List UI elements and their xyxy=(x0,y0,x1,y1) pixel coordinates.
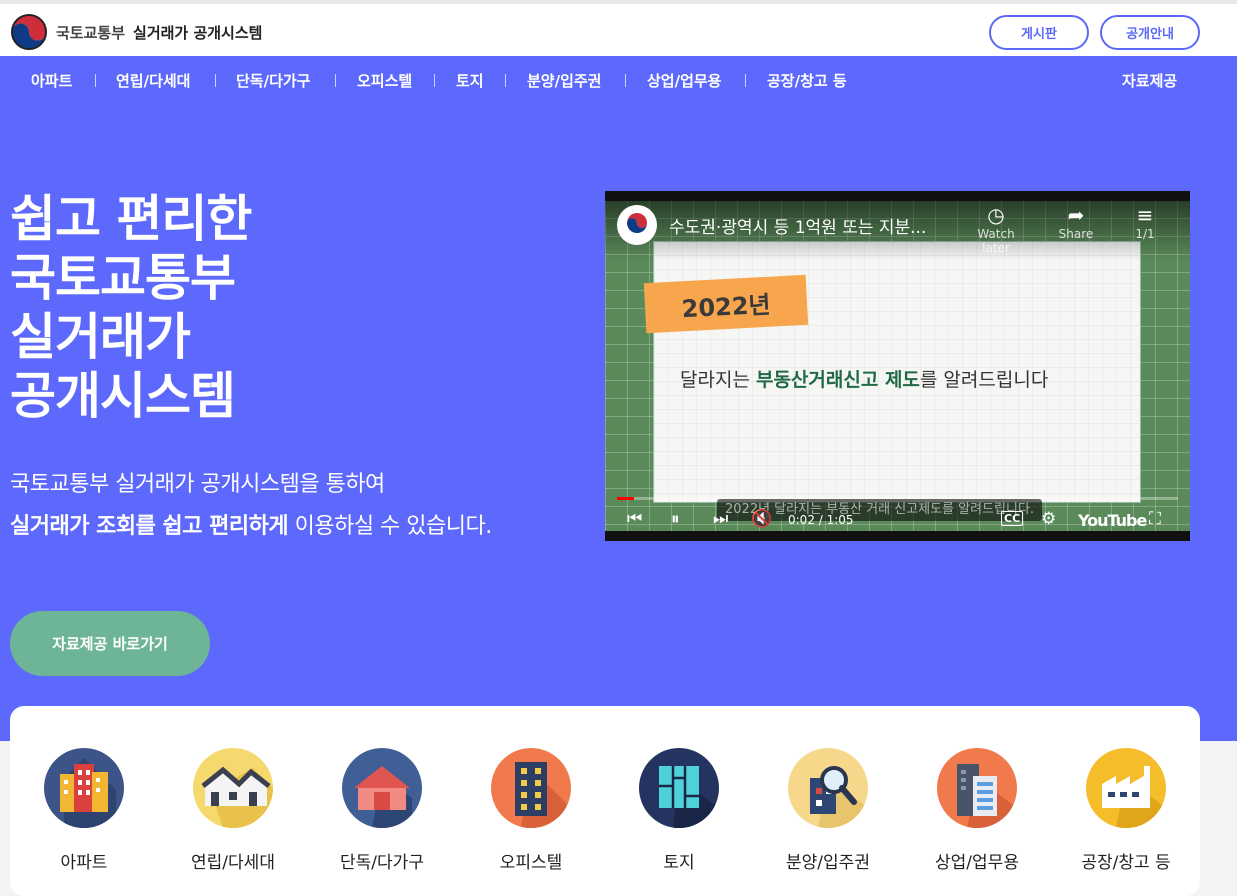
land-icon xyxy=(639,748,719,828)
share-arrow-icon: ➦ xyxy=(1067,203,1085,227)
nav-divider xyxy=(215,74,216,87)
nav-divider xyxy=(95,74,96,87)
site-brand[interactable]: 국토교통부 실거래가 공개시스템 xyxy=(56,22,262,43)
share-button[interactable]: ➦ Share xyxy=(1046,203,1106,241)
nav-item-apartment[interactable]: 아파트 xyxy=(31,70,72,91)
playlist-button[interactable]: ≡ 1/1 xyxy=(1115,203,1175,241)
nav-item-officetel[interactable]: 오피스텔 xyxy=(357,70,412,91)
notice-button[interactable]: 공개안내 xyxy=(1100,15,1200,50)
category-label: 분양/입주권 xyxy=(786,853,870,873)
playlist-icon: ≡ xyxy=(1136,203,1154,227)
next-icon[interactable]: ⏭ xyxy=(713,509,728,529)
youtube-logo[interactable]: YouTube xyxy=(1078,511,1147,530)
nav-item-factory[interactable]: 공장/창고 등 xyxy=(767,70,847,91)
hero-description-1: 국토교통부 실거래가 공개시스템을 통하여 xyxy=(10,472,385,497)
channel-logo-icon[interactable] xyxy=(617,205,657,245)
mute-icon[interactable]: 🔇 xyxy=(751,509,772,529)
hero-title: 쉽고 편리한 국토교통부 실거래가 공개시스템 xyxy=(10,190,430,426)
previous-icon[interactable]: ⏮ xyxy=(627,509,642,529)
category-label: 아파트 xyxy=(60,853,108,873)
category-officetel[interactable]: 오피스텔 xyxy=(461,748,601,873)
cc-button[interactable]: CC xyxy=(1001,511,1024,526)
officetel-icon xyxy=(491,748,571,828)
fullscreen-icon[interactable]: ⛶ xyxy=(1149,509,1161,529)
nav-item-detached[interactable]: 단독/다가구 xyxy=(236,70,310,91)
progress-fill xyxy=(617,497,634,500)
taegeuk-logo-icon[interactable] xyxy=(10,13,48,51)
presale-icon xyxy=(788,748,868,828)
pause-icon[interactable]: ⏸ xyxy=(671,509,680,529)
data-service-cta-button[interactable]: 자료제공 바로가기 xyxy=(10,611,210,676)
apartment-icon xyxy=(44,748,124,828)
board-button[interactable]: 게시판 xyxy=(989,15,1089,50)
category-label: 상업/업무용 xyxy=(935,853,1019,873)
hero-title-line: 쉽고 편리한 xyxy=(10,190,252,248)
nav-item-presale[interactable]: 분양/입주권 xyxy=(527,70,601,91)
watch-later-button[interactable]: ◷ Watch later xyxy=(966,203,1026,255)
nav-item-data-service[interactable]: 자료제공 xyxy=(1122,70,1177,91)
category-detached[interactable]: 단독/다가구 xyxy=(312,748,452,873)
main-nav: 아파트 연립/다세대 단독/다가구 오피스텔 토지 분양/입주권 상업/업무용 … xyxy=(0,56,1237,104)
commercial-icon xyxy=(937,748,1017,828)
hero-section: 아파트 연립/다세대 단독/다가구 오피스텔 토지 분양/입주권 상업/업무용 … xyxy=(0,56,1237,741)
video-slide-text: 달라지는 부동산거래신고 제도를 알려드립니다 xyxy=(680,369,1049,391)
category-label: 토지 xyxy=(663,853,695,873)
hero-description-2: 실거래가 조회를 쉽고 편리하게 이용하실 수 있습니다. xyxy=(10,508,492,540)
category-row-house[interactable]: 연립/다세대 xyxy=(163,748,303,873)
top-header: 국토교통부 실거래가 공개시스템 게시판 공개안내 xyxy=(0,0,1237,56)
category-land[interactable]: 토지 xyxy=(609,748,749,873)
hero-title-line: 공개시스템 xyxy=(10,367,236,425)
nav-divider xyxy=(434,74,435,87)
house-icon xyxy=(342,748,422,828)
nav-item-commercial[interactable]: 상업/업무용 xyxy=(647,70,721,91)
nav-divider xyxy=(625,74,626,87)
category-factory[interactable]: 공장/창고 등 xyxy=(1056,748,1196,873)
year-tag: 2022년 xyxy=(643,274,809,334)
nav-item-row-house[interactable]: 연립/다세대 xyxy=(116,70,190,91)
category-label: 오피스텔 xyxy=(499,853,563,873)
video-time: 0:02 / 1:05 xyxy=(788,513,854,527)
nav-divider xyxy=(335,74,336,87)
hero-description-rest: 이용하실 수 있습니다. xyxy=(288,514,493,539)
org-name: 국토교통부 xyxy=(56,24,126,42)
category-label: 단독/다가구 xyxy=(340,853,424,873)
hero-description-bold: 실거래가 조회를 쉽고 편리하게 xyxy=(10,514,289,539)
clock-icon: ◷ xyxy=(987,203,1005,227)
system-name: 실거래가 공개시스템 xyxy=(133,24,263,42)
category-apartment[interactable]: 아파트 xyxy=(14,748,154,873)
settings-gear-icon[interactable]: ⚙ xyxy=(1041,509,1056,529)
category-label: 공장/창고 등 xyxy=(1081,853,1171,873)
nav-item-land[interactable]: 토지 xyxy=(456,70,484,91)
video-title[interactable]: 수도권·광역시 등 1억원 또는 지분... xyxy=(669,213,926,238)
nav-divider xyxy=(745,74,746,87)
category-commercial[interactable]: 상업/업무용 xyxy=(907,748,1047,873)
hero-title-line: 실거래가 xyxy=(10,308,191,366)
factory-icon xyxy=(1086,748,1166,828)
video-player[interactable]: 2022년 달라지는 부동산거래신고 제도를 알려드립니다 수도권·광역시 등 … xyxy=(605,191,1190,541)
row-house-icon xyxy=(193,748,273,828)
category-presale[interactable]: 분양/입주권 xyxy=(758,748,898,873)
nav-divider xyxy=(505,74,506,87)
category-panel: 아파트 연립/다세대 단독/다가구 오피스텔 토지 분양/입주권 상업/업무용 … xyxy=(10,706,1200,896)
hero-title-line: 국토교통부 xyxy=(10,249,236,307)
category-label: 연립/다세대 xyxy=(191,853,275,873)
